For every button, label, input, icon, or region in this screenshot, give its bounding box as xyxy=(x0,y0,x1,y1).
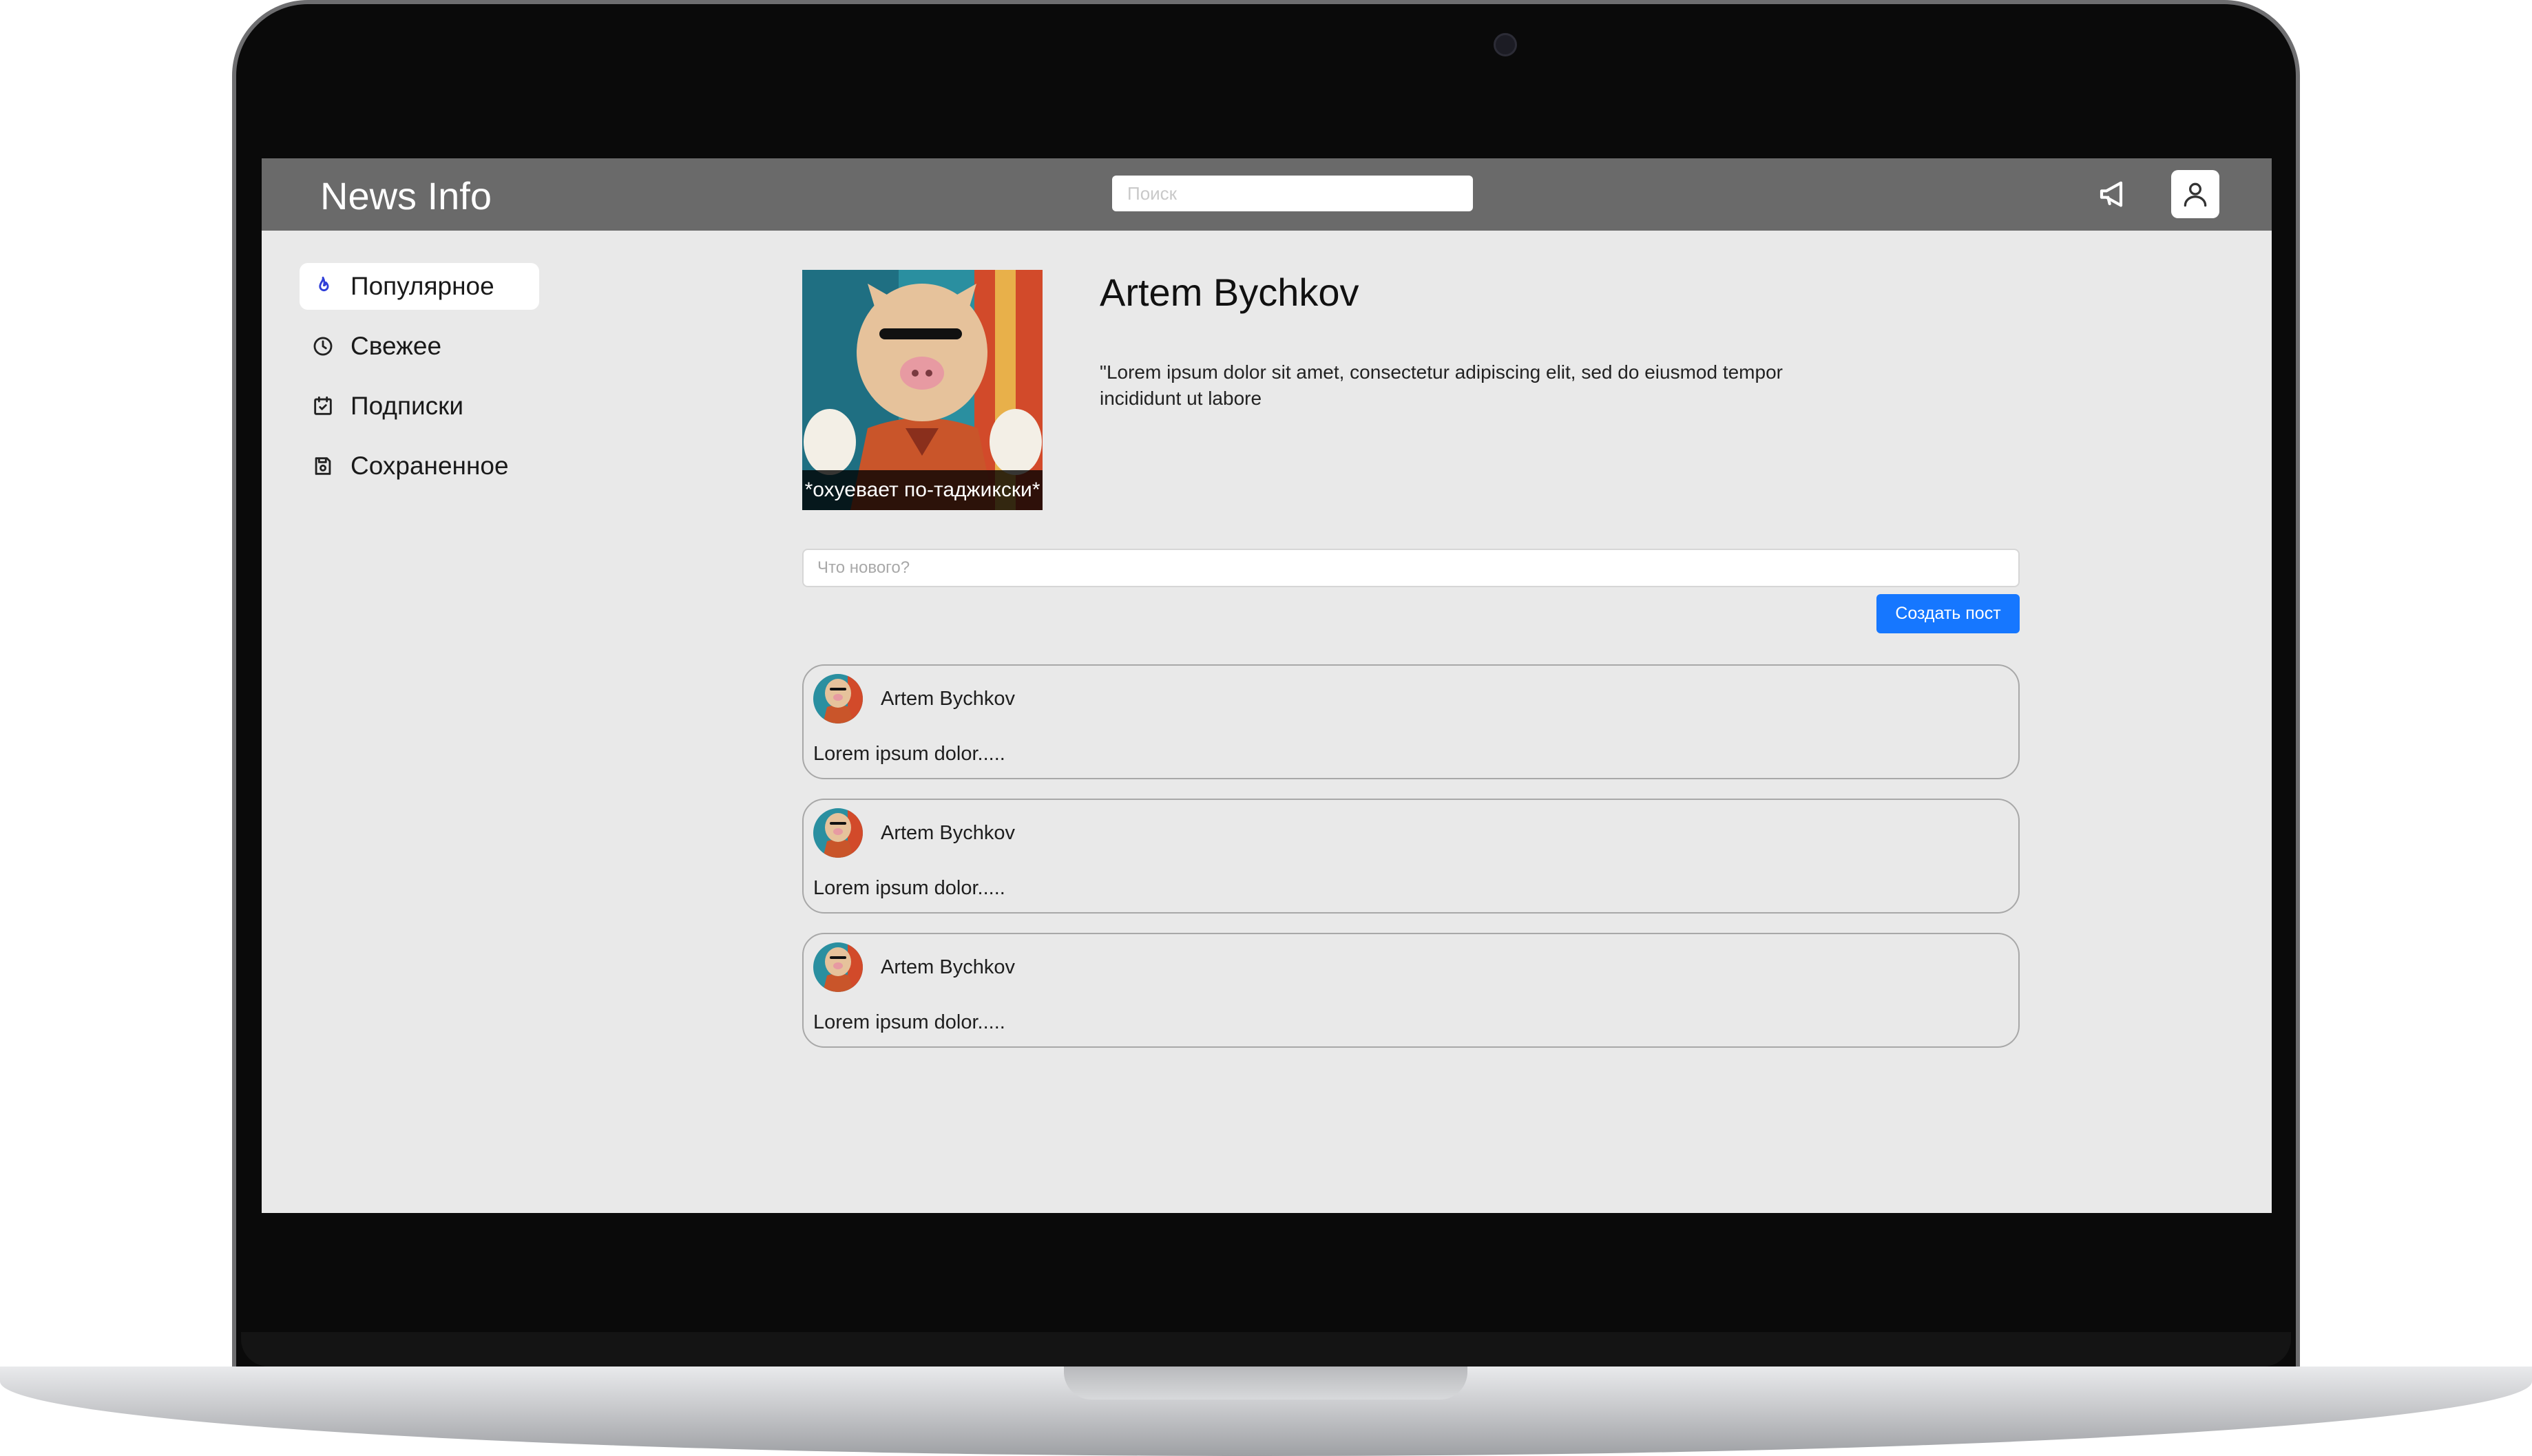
top-navbar: News Info xyxy=(262,158,2272,231)
post-avatar[interactable] xyxy=(813,674,863,724)
laptop-notch xyxy=(1064,1367,1467,1400)
new-post-input[interactable] xyxy=(802,549,2020,587)
save-icon xyxy=(311,454,335,478)
profile-button[interactable] xyxy=(2171,170,2219,218)
avatar-caption: *охуевает по-таджикски* xyxy=(802,470,1043,510)
post-avatar[interactable] xyxy=(813,808,863,858)
user-icon xyxy=(2184,182,2207,207)
app-screen: News Info Популярное xyxy=(262,158,2272,1213)
clock-icon xyxy=(311,334,335,359)
sidebar-item-saved[interactable]: Сохраненное xyxy=(300,443,539,489)
app-title[interactable]: News Info xyxy=(320,173,492,218)
sidebar-item-subscriptions[interactable]: Подписки xyxy=(300,383,539,430)
sidebar-item-label: Популярное xyxy=(350,272,494,300)
post-text: Lorem ipsum dolor..... xyxy=(813,877,1005,899)
laptop-lower-bezel xyxy=(241,1332,2291,1367)
create-post-button[interactable]: Создать пост xyxy=(1876,594,2020,633)
post-card[interactable]: Artem Bychkov Lorem ipsum dolor..... xyxy=(802,664,2020,779)
post-author[interactable]: Artem Bychkov xyxy=(881,688,1015,710)
profile-bio: "Lorem ipsum dolor sit amet, consectetur… xyxy=(1100,361,1783,409)
sidebar-item-label: Свежее xyxy=(350,332,442,360)
profile-name: Artem Bychkov xyxy=(1100,271,1359,314)
flame-icon xyxy=(311,274,335,299)
megaphone-icon[interactable] xyxy=(2097,175,2135,213)
sidebar-item-label: Сохраненное xyxy=(350,452,509,480)
sidebar-item-fresh[interactable]: Свежее xyxy=(300,323,539,370)
sidebar-item-label: Подписки xyxy=(350,392,464,420)
search-input[interactable] xyxy=(1112,176,1473,211)
post-author[interactable]: Artem Bychkov xyxy=(881,956,1015,979)
post-text: Lorem ipsum dolor..... xyxy=(813,743,1005,765)
post-card[interactable]: Artem Bychkov Lorem ipsum dolor..... xyxy=(802,799,2020,914)
post-avatar[interactable] xyxy=(813,942,863,992)
webcam xyxy=(1494,33,1517,56)
post-text: Lorem ipsum dolor..... xyxy=(813,1011,1005,1033)
post-author[interactable]: Artem Bychkov xyxy=(881,822,1015,845)
profile-avatar[interactable]: *охуевает по-таджикски* xyxy=(802,270,1043,510)
post-card[interactable]: Artem Bychkov Lorem ipsum dolor..... xyxy=(802,933,2020,1048)
calendar-check-icon xyxy=(311,394,335,419)
sidebar-item-popular[interactable]: Популярное xyxy=(300,263,539,310)
